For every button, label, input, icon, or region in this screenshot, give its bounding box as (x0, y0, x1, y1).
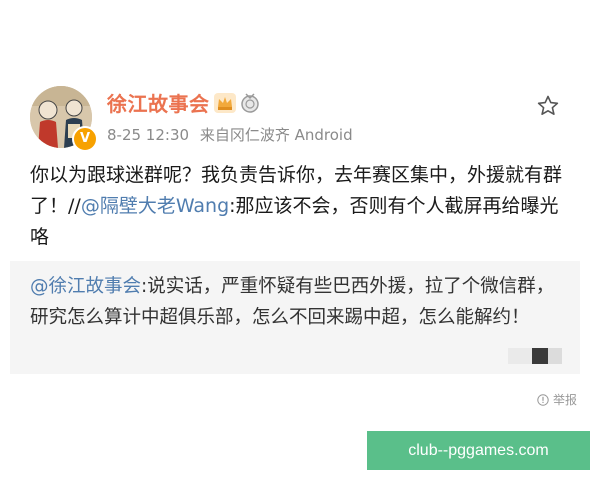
post-meta: 8-25 12:30 来自冈仁波齐 Android (107, 124, 359, 145)
report-button[interactable]: 举报 (537, 391, 577, 408)
verified-badge-icon: V (72, 126, 98, 152)
post-source: 来自冈仁波齐 Android (199, 126, 353, 144)
medal-badge-icon[interactable] (240, 92, 260, 114)
blurred-region (532, 348, 548, 364)
author-name[interactable]: 徐江故事会 (107, 88, 210, 117)
crown-badge-icon[interactable] (214, 93, 236, 113)
blurred-region (548, 348, 562, 364)
mention-link[interactable]: @隔壁大老Wang (81, 195, 229, 217)
post-text: 你以为跟球迷群呢？我负责告诉你，去年赛区集中，外援就有群了！//@隔壁大老Wan… (30, 160, 575, 253)
quoted-post[interactable]: @徐江故事会:说实话，严重怀疑有些巴西外援，拉了个微信群，研究怎么算计中超俱乐部… (10, 261, 580, 374)
report-label: 举报 (553, 393, 578, 407)
watermark-banner: club--pggames.com (367, 431, 590, 470)
star-icon[interactable] (536, 94, 560, 118)
blurred-region (508, 348, 532, 364)
report-icon (537, 394, 549, 406)
quoted-text: @徐江故事会:说实话，严重怀疑有些巴西外援，拉了个微信群，研究怎么算计中超俱乐部… (30, 271, 570, 333)
post-time[interactable]: 8-25 12:30 (107, 126, 189, 144)
quoted-mention-link[interactable]: @徐江故事会 (30, 276, 141, 297)
